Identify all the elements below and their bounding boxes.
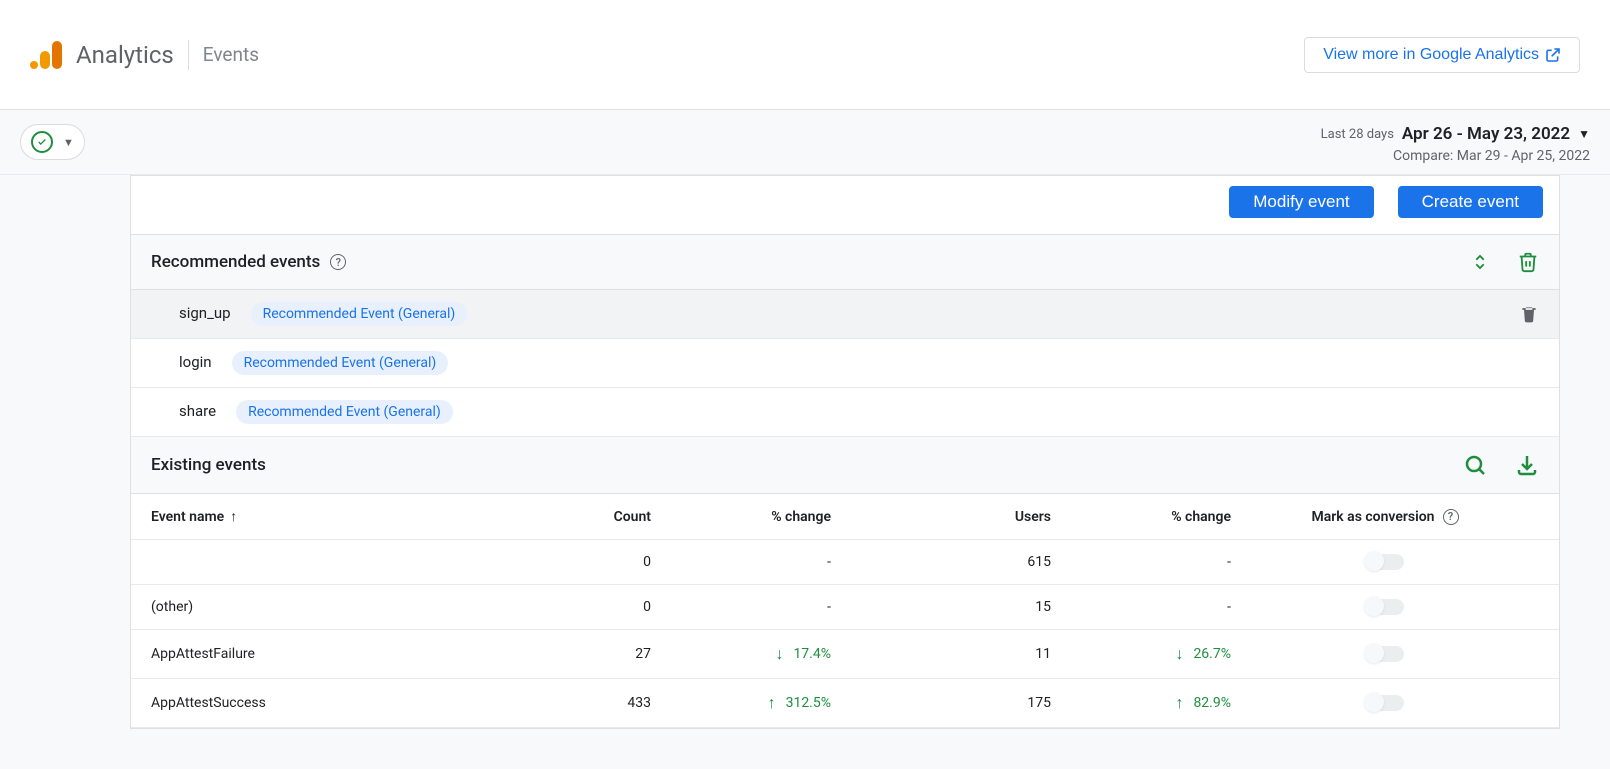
help-icon[interactable]: ? [330, 254, 346, 270]
cell-count-change: - [651, 554, 831, 570]
cell-count: 0 [531, 554, 651, 570]
top-bar: Analytics Events View more in Google Ana… [0, 0, 1610, 110]
recommended-event-pill: Recommended Event (General) [232, 351, 449, 375]
unfold-icon [1471, 251, 1489, 273]
arrow-down-icon: ↓ [775, 644, 783, 664]
cell-users: 175 [831, 695, 1051, 711]
conversion-toggle[interactable] [1366, 554, 1404, 570]
table-row[interactable]: AppAttestFailure27↓17.4%11↓26.7% [131, 630, 1559, 679]
cell-count: 0 [531, 599, 651, 615]
chevron-down-icon: ▼ [1578, 127, 1590, 141]
existing-events-header: Existing events [131, 437, 1559, 494]
existing-events-table-body: 0-615-(other)0-15-AppAttestFailure27↓17.… [131, 540, 1559, 728]
recommended-event-row[interactable]: sign_up Recommended Event (General) [131, 290, 1559, 339]
col-event-name[interactable]: Event name ↑ [151, 508, 531, 525]
cell-users: 11 [831, 646, 1051, 662]
conversion-toggle[interactable] [1366, 695, 1404, 711]
cell-users: 15 [831, 599, 1051, 615]
recommended-event-pill: Recommended Event (General) [251, 302, 468, 326]
segment-chip[interactable]: ▼ [20, 124, 85, 160]
download-button[interactable] [1515, 453, 1539, 477]
search-icon [1463, 453, 1487, 477]
cell-event-name: AppAttestSuccess [151, 695, 531, 711]
cell-event-name: (other) [151, 599, 531, 615]
col-count-change[interactable]: % change [651, 509, 831, 525]
create-event-button[interactable]: Create event [1398, 186, 1543, 218]
card-actions: Modify event Create event [131, 176, 1559, 235]
recommended-events-title: Recommended events [151, 252, 320, 272]
cell-users-change: ↑82.9% [1051, 693, 1231, 713]
cell-users-change: ↓26.7% [1051, 644, 1231, 664]
cell-event-name: AppAttestFailure [151, 646, 531, 662]
brand-block: Analytics Events [30, 40, 259, 70]
delete-all-button[interactable] [1517, 251, 1539, 273]
divider [188, 40, 189, 70]
brand-title: Analytics [76, 41, 174, 69]
analytics-logo-icon [30, 41, 62, 69]
arrow-up-icon: ↑ [768, 693, 776, 713]
events-card: Modify event Create event Recommended ev… [130, 175, 1560, 729]
conversion-toggle[interactable] [1366, 599, 1404, 615]
cell-count: 433 [531, 695, 651, 711]
cell-users: 615 [831, 554, 1051, 570]
view-more-button[interactable]: View more in Google Analytics [1304, 37, 1580, 73]
cell-conversion [1231, 599, 1539, 615]
col-conversion: Mark as conversion ? [1231, 509, 1539, 525]
recommended-event-pill: Recommended Event (General) [236, 400, 453, 424]
cell-count-change: - [651, 599, 831, 615]
table-row[interactable]: (other)0-15- [131, 585, 1559, 630]
cell-count-change: ↓17.4% [651, 644, 831, 664]
cell-users-change: - [1051, 554, 1231, 570]
cell-count-change: ↑312.5% [651, 693, 831, 713]
recommended-event-row[interactable]: login Recommended Event (General) [131, 339, 1559, 388]
page-title: Events [203, 43, 259, 66]
trash-icon [1519, 304, 1539, 324]
table-header-row: Event name ↑ Count % change Users % chan… [131, 494, 1559, 540]
cell-count: 27 [531, 646, 651, 662]
date-range-picker[interactable]: Last 28 days Apr 26 - May 23, 2022 ▼ Com… [1321, 124, 1590, 164]
arrow-down-icon: ↓ [1175, 644, 1183, 664]
conversion-toggle[interactable] [1366, 646, 1404, 662]
modify-event-button[interactable]: Modify event [1229, 186, 1373, 218]
main-area: Modify event Create event Recommended ev… [0, 175, 1610, 769]
delete-row-button[interactable] [1519, 304, 1539, 324]
chevron-down-icon: ▼ [63, 136, 74, 149]
check-circle-icon [31, 131, 53, 153]
expand-collapse-button[interactable] [1471, 251, 1489, 273]
view-more-label: View more in Google Analytics [1323, 46, 1539, 64]
existing-events-title: Existing events [151, 455, 266, 475]
recommended-event-name: sign_up [179, 304, 231, 322]
table-row[interactable]: AppAttestSuccess433↑312.5%175↑82.9% [131, 679, 1559, 728]
sort-asc-icon: ↑ [230, 508, 237, 525]
recommended-events-header: Recommended events ? [131, 235, 1559, 290]
control-bar: ▼ Last 28 days Apr 26 - May 23, 2022 ▼ C… [0, 110, 1610, 175]
recommended-event-name: login [179, 353, 212, 371]
table-row[interactable]: 0-615- [131, 540, 1559, 585]
arrow-up-icon: ↑ [1175, 693, 1183, 713]
cell-conversion [1231, 695, 1539, 711]
recommended-event-row[interactable]: share Recommended Event (General) [131, 388, 1559, 437]
cell-users-change: - [1051, 599, 1231, 615]
help-icon[interactable]: ? [1443, 509, 1459, 525]
search-button[interactable] [1463, 453, 1487, 477]
date-range: Apr 26 - May 23, 2022 [1402, 124, 1570, 144]
period-label: Last 28 days [1321, 127, 1394, 142]
trash-icon [1517, 251, 1539, 273]
col-count[interactable]: Count [531, 509, 651, 525]
compare-range: Compare: Mar 29 - Apr 25, 2022 [1321, 148, 1590, 164]
recommended-events-list: sign_up Recommended Event (General) login R… [131, 290, 1559, 437]
col-users[interactable]: Users [831, 509, 1051, 525]
cell-conversion [1231, 554, 1539, 570]
download-icon [1515, 453, 1539, 477]
col-users-change[interactable]: % change [1051, 509, 1231, 525]
cell-conversion [1231, 646, 1539, 662]
recommended-event-name: share [179, 402, 216, 420]
open-external-icon [1545, 47, 1561, 63]
